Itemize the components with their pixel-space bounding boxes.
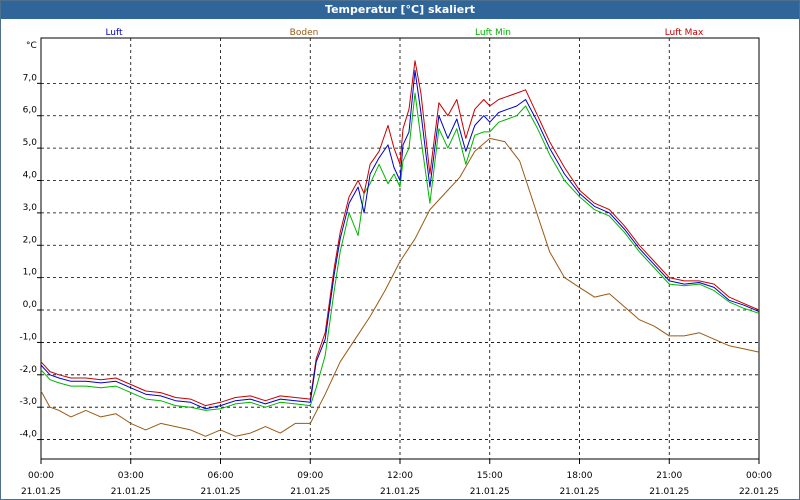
y-tick-label: 6,0	[23, 106, 38, 116]
x-tick-time: 06:00	[208, 471, 234, 481]
x-tick-time: 00:00	[28, 471, 54, 481]
y-tick-label: -1,0	[19, 332, 37, 342]
legend-item: Luft	[105, 28, 123, 38]
y-tick-label: 4,0	[23, 170, 38, 180]
legend-item: Luft Min	[475, 28, 511, 38]
y-axis-label: °C	[26, 41, 37, 51]
x-tick-date: 21.01.25	[470, 487, 510, 497]
x-tick-time: 18:00	[567, 471, 593, 481]
y-tick-label: 2,0	[23, 235, 38, 245]
x-tick-time: 15:00	[477, 471, 503, 481]
y-tick-label: 1,0	[23, 268, 38, 278]
x-tick-date: 21.01.25	[380, 487, 420, 497]
x-tick-time: 09:00	[297, 471, 323, 481]
y-tick-label: 0,0	[23, 300, 38, 310]
x-tick-date: 21.01.25	[649, 487, 689, 497]
x-tick-date: 21.01.25	[200, 487, 240, 497]
legend-item: Luft Max	[665, 28, 704, 38]
y-tick-label: 3,0	[23, 203, 38, 213]
x-tick-date: 21.01.25	[290, 487, 330, 497]
x-tick-time: 12:00	[387, 471, 413, 481]
y-tick-label: 7,0	[23, 73, 38, 83]
x-tick-date: 21.01.25	[559, 487, 599, 497]
x-tick-date: 21.01.25	[111, 487, 151, 497]
y-tick-label: -3,0	[19, 397, 37, 407]
temperature-chart: 7,0 6,0 5,0 4,0 3,0 2,0 1,0 0,0 -1,0 -2,0 -3,0 -4,0…	[19, 28, 779, 497]
y-tick-label: -4,0	[19, 430, 37, 440]
chart-window: Temperatur [°C] skaliert 7,0 6,0 5,0 4,0 3,0…	[0, 0, 800, 500]
y-tick-label: -2,0	[19, 365, 37, 375]
y-tick-label: 5,0	[23, 138, 38, 148]
x-tick-date: 21.01.25	[21, 487, 61, 497]
x-tick-time: 03:00	[118, 471, 144, 481]
legend-item: Boden	[290, 28, 319, 38]
x-tick-date: 22.01.25	[739, 487, 779, 497]
x-tick-time: 00:00	[746, 471, 772, 481]
x-tick-time: 21:00	[656, 471, 682, 481]
